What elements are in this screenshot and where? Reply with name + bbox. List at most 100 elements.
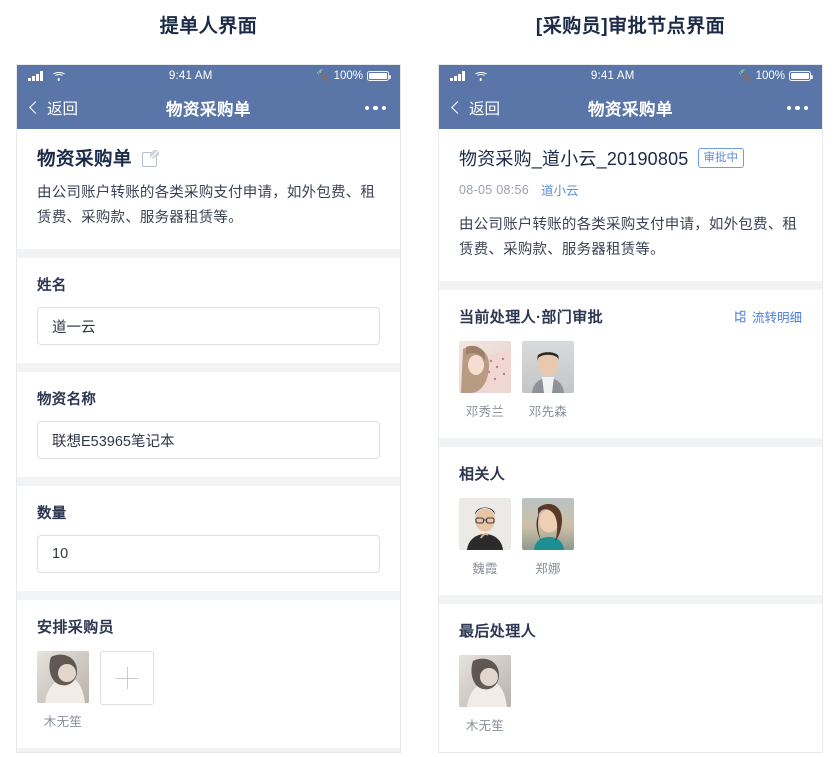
form-title: 物资采购单 (37, 148, 133, 169)
status-left-icons (28, 71, 66, 81)
approval-description: 由公司账户转账的各类采购支付申请，如外包费、租赁费、采购款、服务器租赁等。 (459, 217, 798, 258)
section-gap (17, 363, 400, 372)
last-handler-title: 最后处理人 (459, 623, 537, 640)
screen-body-left: 物资采购单 由公司账户转账的各类采购支付申请，如外包费、租赁费、采购款、服务器租… (17, 129, 400, 752)
avatar-weixia (459, 498, 511, 550)
status-time-left: 9:41 AM (168, 70, 213, 82)
last-handler-people: 木无笙 (459, 655, 802, 734)
phone-frame-left: 9:41 AM 🔨 100% 返回 物资采购单 物资采购单 由公司账户转账的各类… (16, 64, 401, 753)
last-handler-card: 最后处理人 木无笙 (439, 604, 822, 752)
form-description: 由公司账户转账的各类采购支付申请，如外包费、租赁费、采购款、服务器租赁等。 (37, 185, 376, 226)
battery-icon (789, 70, 814, 82)
current-handler-people: 邓秀兰 邓先森 (459, 341, 802, 420)
submitter-name[interactable]: 道小云 (541, 180, 579, 199)
person-name: 魏霞 (472, 562, 498, 576)
panel-submitter: 提单人界面 9:41 AM 🔨 100% 返回 物资采购单 物资采购单 由公司账… (16, 14, 401, 753)
person-name: 木无笙 (43, 715, 83, 729)
list-item[interactable]: 木无笙 (37, 651, 89, 730)
section-gap (439, 438, 822, 447)
form-title-row: 物资采购单 (37, 145, 380, 171)
flow-detail-label: 流转明细 (751, 311, 802, 325)
current-handler-title: 当前处理人·部门审批 (459, 309, 603, 326)
avatar-zhengna (522, 498, 574, 550)
related-people-list: 魏霞 郑娜 (459, 498, 802, 577)
name-input[interactable]: 道一云 (37, 307, 380, 345)
avatar-muwusheng (459, 655, 511, 707)
list-item[interactable]: 魏霞 (459, 498, 511, 577)
status-bar-right: 9:41 AM 🔨 100% (439, 65, 822, 87)
related-people-title: 相关人 (459, 466, 506, 483)
screenshot-root: 提单人界面 9:41 AM 🔨 100% 返回 物资采购单 物资采购单 由公司账… (0, 0, 835, 757)
status-left-icons (450, 71, 488, 81)
approval-title-row: 物资采购_道小云_20190805 审批中 (459, 145, 802, 171)
field-material: 物资名称 联想E53965笔记本 (17, 372, 400, 477)
list-item[interactable]: 邓秀兰 (459, 341, 511, 420)
section-gap (439, 595, 822, 604)
submit-time: 08-05 08:56 (459, 182, 530, 197)
field-label-quantity: 数量 (37, 506, 67, 522)
avatar-dengxiansen (522, 341, 574, 393)
field-label-name: 姓名 (37, 278, 67, 294)
bluetooth-icon: 🔨 (737, 69, 752, 82)
field-quantity: 数量 10 (17, 486, 400, 591)
section-gap (17, 477, 400, 486)
nav-bar-right: 返回 物资采购单 (439, 87, 822, 129)
field-label-material: 物资名称 (37, 392, 97, 408)
avatar-dengxiulan (459, 341, 511, 393)
battery-icon (367, 70, 392, 82)
panel-approver: [采购员]审批节点界面 9:41 AM 🔨 100% 返回 物资采购单 物资采购… (438, 14, 823, 753)
more-dots-icon[interactable] (786, 105, 808, 111)
status-right-icons: 🔨 100% (737, 69, 814, 82)
wifi-icon (51, 71, 66, 81)
status-badge: 审批中 (697, 148, 745, 168)
person-name: 邓先森 (528, 405, 568, 419)
battery-percent-left: 100% (333, 70, 363, 82)
back-button-right[interactable]: 返回 (451, 97, 501, 119)
current-handler-card: 当前处理人·部门审批 流转明细 邓秀兰 邓先森 (439, 290, 822, 438)
signal-icon (28, 71, 43, 81)
back-label-left: 返回 (47, 101, 79, 118)
list-item[interactable]: 木无笙 (459, 655, 511, 734)
section-gap (17, 591, 400, 600)
screen-body-right: 物资采购_道小云_20190805 审批中 08-05 08:56 道小云 由公… (439, 129, 822, 752)
assign-buyer-people: 木无笙 (37, 651, 380, 730)
panel-caption-right: [采购员]审批节点界面 (535, 16, 726, 37)
related-people-card: 相关人 魏霞 郑娜 (439, 447, 822, 595)
nav-bar-left: 返回 物资采购单 (17, 87, 400, 129)
section-gap (17, 748, 400, 752)
approval-title: 物资采购_道小云_20190805 (459, 149, 689, 169)
chevron-left-icon (451, 101, 464, 114)
assign-buyer-card: 安排采购员 木无笙 (17, 600, 400, 748)
person-name: 郑娜 (535, 562, 561, 576)
field-name: 姓名 道一云 (17, 258, 400, 363)
material-input[interactable]: 联想E53965笔记本 (37, 421, 380, 459)
list-item[interactable]: 郑娜 (522, 498, 574, 577)
edit-icon[interactable] (142, 149, 160, 167)
approval-header-card: 物资采购_道小云_20190805 审批中 08-05 08:56 道小云 由公… (439, 129, 822, 281)
flow-branch-icon (735, 310, 746, 323)
status-time-right: 9:41 AM (590, 70, 635, 82)
status-right-icons: 🔨 100% (315, 69, 392, 82)
chevron-left-icon (29, 101, 42, 114)
wifi-icon (473, 71, 488, 81)
signal-icon (450, 71, 465, 81)
battery-percent-right: 100% (755, 70, 785, 82)
back-label-right: 返回 (469, 101, 501, 118)
form-header-card: 物资采购单 由公司账户转账的各类采购支付申请，如外包费、租赁费、采购款、服务器租… (17, 129, 400, 249)
avatar-muwusheng (37, 651, 89, 703)
section-gap (439, 281, 822, 290)
quantity-input[interactable]: 10 (37, 535, 380, 573)
current-handler-head: 当前处理人·部门审批 流转明细 (459, 306, 802, 327)
approval-meta: 08-05 08:56 道小云 (459, 180, 802, 199)
person-name: 木无笙 (465, 719, 505, 733)
add-person-button[interactable] (100, 651, 154, 705)
section-gap (17, 249, 400, 258)
back-button-left[interactable]: 返回 (29, 97, 79, 119)
flow-detail-link[interactable]: 流转明细 (734, 307, 802, 326)
phone-frame-right: 9:41 AM 🔨 100% 返回 物资采购单 物资采购_道小云_2019080… (438, 64, 823, 753)
more-dots-icon[interactable] (364, 105, 386, 111)
list-item[interactable]: 邓先森 (522, 341, 574, 420)
status-bar-left: 9:41 AM 🔨 100% (17, 65, 400, 87)
person-name: 邓秀兰 (465, 405, 505, 419)
bluetooth-icon: 🔨 (315, 69, 330, 82)
